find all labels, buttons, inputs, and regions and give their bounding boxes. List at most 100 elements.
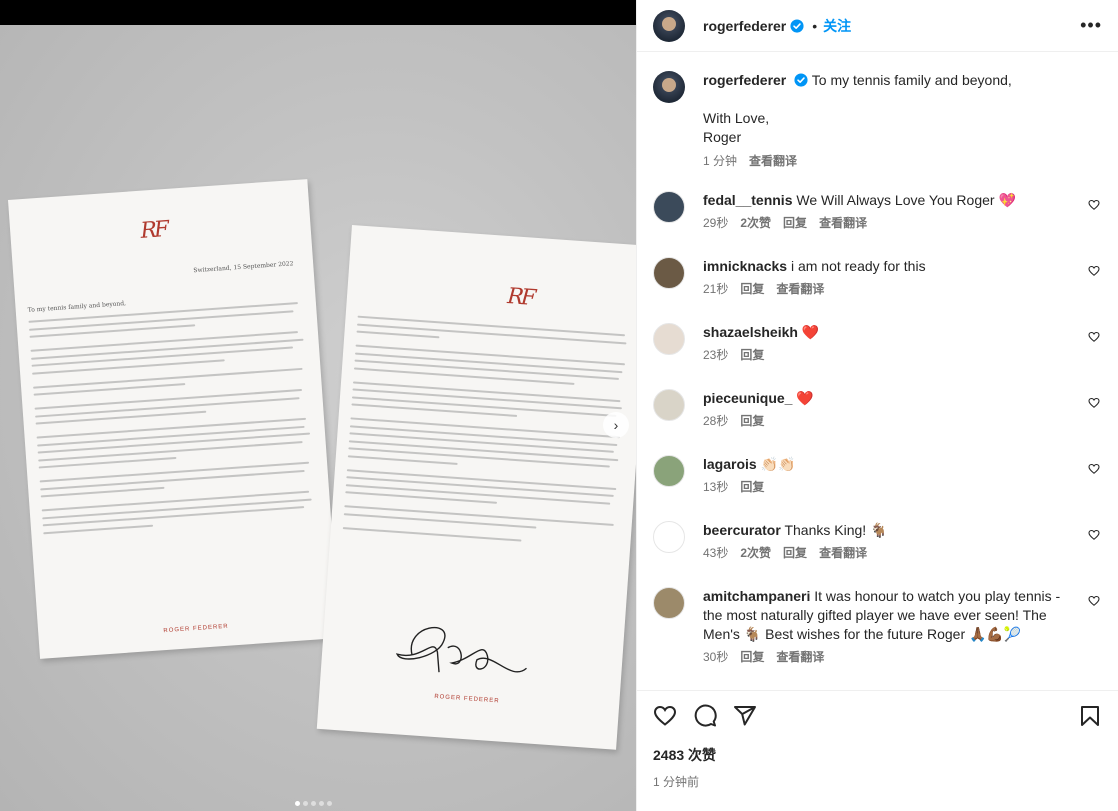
comment-username[interactable]: beercurator — [703, 522, 781, 538]
follow-button[interactable]: 关注 — [823, 16, 851, 36]
comment-time: 23秒 — [703, 348, 729, 362]
like-comment-heart-icon[interactable] — [1088, 331, 1100, 343]
like-comment-heart-icon[interactable] — [1088, 595, 1100, 607]
post-media: RF Switzerland, 15 September 2022 To my … — [0, 0, 636, 811]
reply-button[interactable]: 回复 — [740, 648, 764, 667]
rf-logo: RF — [506, 284, 535, 311]
see-translation-button[interactable]: 查看翻译 — [819, 544, 867, 563]
comment-username[interactable]: lagarois — [703, 456, 757, 472]
see-translation-button[interactable]: 查看翻译 — [776, 648, 824, 667]
comment-time: 30秒 — [703, 650, 729, 664]
carousel-dot-active — [295, 801, 300, 806]
comment-item: pieceunique_ ❤️ 28秒 回复 — [653, 389, 1102, 431]
comment-icon[interactable] — [693, 704, 717, 728]
post-actions: 2483 次赞 1 分钟前 — [637, 690, 1118, 790]
like-comment-heart-icon[interactable] — [1088, 265, 1100, 277]
bookmark-icon[interactable] — [1078, 704, 1102, 728]
avatar[interactable] — [653, 587, 685, 619]
comment-item: beercurator Thanks King! 🐐 43秒 2次赞 回复 查看翻译 — [653, 521, 1102, 563]
comment-item: amitchampaneri It was honour to watch yo… — [653, 587, 1102, 667]
comment-text: 👏🏻👏🏻 — [760, 456, 796, 472]
letter-signature-name: ROGER FEDERER — [163, 623, 229, 635]
comment-item: lagarois 👏🏻👏🏻 13秒 回复 — [653, 455, 1102, 497]
like-comment-heart-icon[interactable] — [1088, 529, 1100, 541]
letter-page-2: RF ROGER FEDERER — [316, 225, 636, 750]
caption-text: Roger — [703, 129, 742, 145]
separator-dot: • — [812, 17, 818, 34]
comment-time: 13秒 — [703, 480, 729, 494]
like-count[interactable]: 2483 次赞 — [653, 745, 1102, 765]
author-username[interactable]: rogerfederer — [703, 18, 786, 34]
next-slide-button[interactable]: › — [603, 412, 629, 438]
letter-page-1: RF Switzerland, 15 September 2022 To my … — [8, 179, 340, 659]
post-photo: RF Switzerland, 15 September 2022 To my … — [0, 25, 636, 811]
comment-like-count[interactable]: 2次赞 — [740, 544, 771, 563]
comment-item: imnicknacks i am not ready for this 21秒 回复… — [653, 257, 1102, 299]
rf-logo: RF — [139, 217, 168, 244]
avatar[interactable] — [653, 323, 685, 355]
comment-time: 29秒 — [703, 216, 729, 230]
comment-item: shazaelsheikh ❤️ 23秒 回复 — [653, 323, 1102, 365]
share-icon[interactable] — [733, 704, 757, 728]
carousel-dots — [295, 801, 332, 806]
post-time: 1 分钟前 — [653, 775, 700, 789]
comment-time: 43秒 — [703, 546, 729, 560]
avatar[interactable] — [653, 521, 685, 553]
see-translation-button[interactable]: 查看翻译 — [819, 214, 867, 233]
carousel-dot — [319, 801, 324, 806]
reply-button[interactable]: 回复 — [783, 214, 807, 233]
reply-button[interactable]: 回复 — [740, 412, 764, 431]
comment-item: fedal__tennis We Will Always Love You Ro… — [653, 191, 1102, 233]
comment-username[interactable]: fedal__tennis — [703, 192, 792, 208]
letter-body — [342, 315, 633, 560]
comments-section[interactable]: rogerfederer To my tennis family and bey… — [637, 53, 1118, 690]
letter-body — [28, 301, 319, 540]
avatar[interactable] — [653, 191, 685, 223]
heart-icon[interactable] — [653, 704, 677, 728]
letter-date: Switzerland, 15 September 2022 — [193, 260, 294, 275]
caption-time: 1 分钟 — [703, 154, 738, 168]
handwritten-signature — [395, 627, 527, 673]
post-header: rogerfederer • 关注 ••• — [637, 0, 1118, 52]
avatar[interactable] — [653, 389, 685, 421]
caption-username[interactable]: rogerfederer — [703, 72, 786, 88]
comment-username[interactable]: imnicknacks — [703, 258, 787, 274]
avatar[interactable] — [653, 9, 685, 42]
post-caption: rogerfederer To my tennis family and bey… — [653, 53, 1102, 171]
carousel-dot — [303, 801, 308, 806]
like-comment-heart-icon[interactable] — [1088, 397, 1100, 409]
like-comment-heart-icon[interactable] — [1088, 199, 1100, 211]
like-comment-heart-icon[interactable] — [1088, 463, 1100, 475]
post-panel: rogerfederer • 关注 ••• rogerfederer To my… — [636, 0, 1118, 811]
comment-text: ❤️ — [796, 390, 814, 406]
comment-time: 21秒 — [703, 282, 729, 296]
chevron-right-icon: › — [613, 417, 619, 433]
see-translation-button[interactable]: 查看翻译 — [776, 280, 824, 299]
comment-text: ❤️ — [801, 324, 820, 340]
letter-signature-name: ROGER FEDERER — [434, 693, 500, 705]
verified-badge-icon — [794, 73, 808, 87]
caption-text: With Love, — [703, 110, 770, 126]
comment-username[interactable]: shazaelsheikh — [703, 324, 798, 340]
reply-button[interactable]: 回复 — [783, 544, 807, 563]
comment-username[interactable]: amitchampaneri — [703, 588, 810, 604]
verified-badge-icon — [790, 18, 804, 33]
comment-text: We Will Always Love You Roger 💖 — [796, 192, 1016, 208]
comment-text: Thanks King! 🐐 — [784, 522, 888, 538]
more-options-icon[interactable]: ••• — [1080, 15, 1102, 36]
avatar[interactable] — [653, 455, 685, 487]
avatar[interactable] — [653, 71, 685, 103]
caption-text: To my tennis family and beyond, — [811, 72, 1012, 88]
comment-time: 28秒 — [703, 414, 729, 428]
reply-button[interactable]: 回复 — [740, 346, 764, 365]
comment-like-count[interactable]: 2次赞 — [740, 214, 771, 233]
avatar[interactable] — [653, 257, 685, 289]
comment-text: i am not ready for this — [790, 258, 926, 274]
comment-username[interactable]: pieceunique_ — [703, 390, 792, 406]
see-translation-button[interactable]: 查看翻译 — [749, 152, 797, 171]
letter-salutation: To my tennis family and beyond, — [27, 300, 127, 314]
reply-button[interactable]: 回复 — [740, 280, 764, 299]
carousel-dot — [327, 801, 332, 806]
reply-button[interactable]: 回复 — [740, 478, 764, 497]
comment-list: fedal__tennis We Will Always Love You Ro… — [653, 191, 1102, 667]
